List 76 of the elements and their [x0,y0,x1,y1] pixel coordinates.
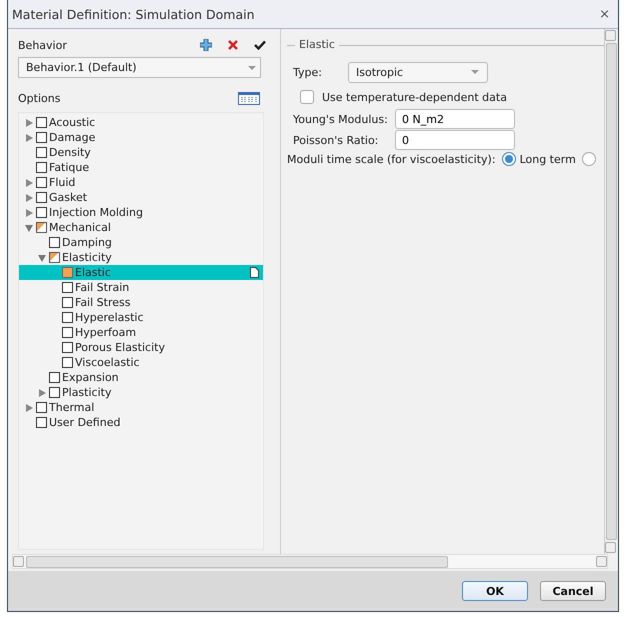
checkbox[interactable] [49,372,60,383]
vertical-scrollbar[interactable] [604,29,618,554]
checkbox[interactable] [62,327,73,338]
collapsed-arrow-icon[interactable] [38,388,46,396]
tree-item[interactable]: Fail Stress [19,295,263,310]
behavior-label: Behavior [18,38,67,52]
collapsed-arrow-icon[interactable] [25,208,33,216]
checkbox[interactable] [62,357,73,368]
checkbox[interactable] [36,192,47,203]
tree-item[interactable]: Elasticity [19,250,263,265]
close-button[interactable]: × [599,6,610,22]
checkbox[interactable] [62,267,73,278]
radio-button[interactable] [502,152,516,166]
checkbox[interactable] [62,312,73,323]
tree-item[interactable]: Gasket [19,190,263,205]
tree-item[interactable]: Viscoelastic [19,355,263,370]
tree-item[interactable]: Injection Molding [19,205,263,220]
tree-item[interactable]: Elastic [19,265,263,280]
checkbox[interactable] [36,162,47,173]
tree-item[interactable]: Fail Strain [19,280,263,295]
tree-item[interactable]: User Defined [19,415,263,430]
field-label: Young's Modulus: [293,112,389,126]
collapsed-arrow-icon[interactable] [25,134,33,142]
document-icon [250,267,259,278]
radio-label: Long term [520,152,576,166]
tree-item[interactable]: Porous Elasticity [19,340,263,355]
tree-item[interactable]: Thermal [19,400,263,415]
input-field[interactable]: 0 N_m2 [395,109,515,129]
checkbox[interactable] [36,117,47,128]
checkbox[interactable] [300,90,314,104]
moduli-label: Moduli time scale (for viscoelasticity): [287,152,496,166]
tree-item[interactable]: Fluid [19,175,263,190]
ok-button[interactable]: OK [462,581,528,601]
tree-item[interactable]: Damping [19,235,263,250]
checkbox[interactable] [36,207,47,218]
type-dropdown[interactable]: Isotropic [348,62,488,82]
checkbox[interactable] [49,237,60,248]
expanded-arrow-icon[interactable] [38,254,46,262]
checkbox[interactable] [36,147,47,158]
collapsed-arrow-icon[interactable] [25,118,33,126]
list-view-icon[interactable] [238,92,260,104]
checkbox[interactable] [36,402,47,413]
tree-item[interactable]: Hyperelastic [19,310,263,325]
tree-item[interactable]: Damage [19,130,263,145]
tree-item[interactable]: Mechanical [19,220,263,235]
collapsed-arrow-icon[interactable] [25,178,33,186]
tree-item[interactable]: Acoustic [19,115,263,130]
tree-item[interactable]: Hyperfoam [19,325,263,340]
delete-icon[interactable] [228,40,238,50]
cancel-button[interactable]: Cancel [540,581,606,601]
checkbox[interactable] [49,387,60,398]
collapsed-arrow-icon[interactable] [25,404,33,412]
expanded-arrow-icon[interactable] [25,224,33,232]
window-title: Material Definition: Simulation Domain [12,6,255,22]
check-icon[interactable] [254,40,266,50]
checkbox[interactable] [36,177,47,188]
checkbox[interactable] [62,297,73,308]
checkbox[interactable] [36,417,47,428]
behavior-dropdown[interactable]: Behavior.1 (Default) [18,57,261,78]
checkbox[interactable] [62,282,73,293]
checkbox-label: Use temperature-dependent data [322,90,507,104]
group-title: Elastic [295,38,339,51]
tree-item[interactable]: Fatique [19,160,263,175]
collapsed-arrow-icon[interactable] [25,194,33,202]
options-label: Options [18,92,60,104]
tree-item[interactable]: Plasticity [19,385,263,400]
radio-button[interactable] [582,152,596,166]
field-label: Poisson's Ratio: [293,134,380,146]
horizontal-scrollbar[interactable] [12,554,608,569]
add-icon[interactable] [200,39,212,51]
checkbox[interactable] [62,342,73,353]
tree-item[interactable]: Density [19,145,263,160]
checkbox[interactable] [36,132,47,143]
input-field[interactable]: 0 [395,130,515,150]
type-label: Type: [293,66,322,78]
tree-item[interactable]: Expansion [19,370,263,385]
